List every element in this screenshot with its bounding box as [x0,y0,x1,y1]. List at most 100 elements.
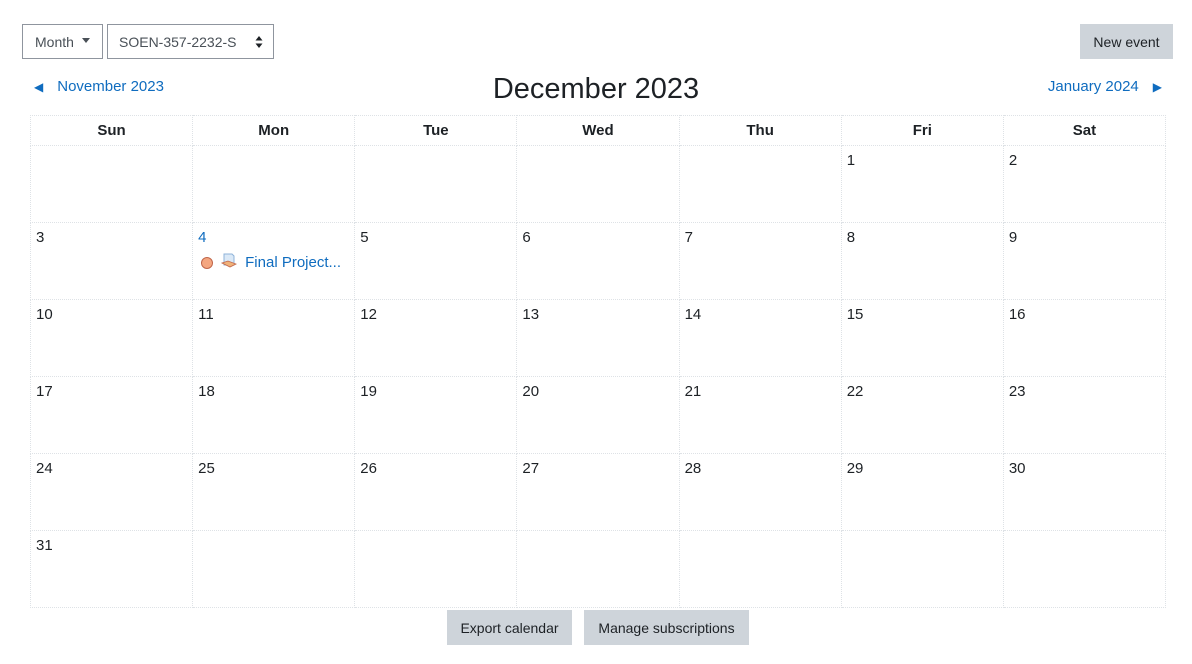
day-cell-5[interactable]: 5 [354,222,518,300]
weekday-thu: Thu [678,115,842,146]
course-color-dot-icon [201,256,214,269]
day-number: 1 [846,152,856,169]
day-number: 3 [36,229,45,246]
day-cell-19[interactable]: 19 [354,376,518,454]
day-number: 2 [1008,152,1018,169]
day-cell-8[interactable]: 8 [840,222,1004,300]
arrow-right-icon: ▶ [1152,79,1162,94]
empty-day-cell [840,530,1004,608]
week-row: 17 18 19 20 21 22 23 [29,376,1167,454]
day-cell-28[interactable]: 28 [678,453,842,531]
day-number: 5 [360,229,369,246]
day-cell-18[interactable]: 18 [192,376,356,454]
day-cell-6[interactable]: 6 [516,222,680,300]
manage-subscriptions-button[interactable]: Manage subscriptions [584,610,749,645]
day-number: 18 [198,383,215,400]
month-title: December 2023 [492,73,700,105]
day-number: 7 [684,229,693,246]
empty-day-cell [678,530,842,608]
weekday-fri: Fri [840,115,1004,146]
week-row: 3 4 Final Project... 5 6 7 8 9 [29,222,1167,300]
day-cell-29[interactable]: 29 [840,453,1004,531]
calendar-event[interactable]: Final Project... [201,253,341,271]
day-cell-15[interactable]: 15 [840,299,1004,377]
empty-day-cell [516,530,680,608]
weekday-mon: Mon [192,115,356,146]
day-cell-24[interactable]: 24 [29,453,194,531]
day-number: 23 [1008,383,1026,400]
day-cell-22[interactable]: 22 [840,376,1004,454]
day-cell-14[interactable]: 14 [678,299,842,377]
sort-updown-icon [255,36,263,48]
day-number: 28 [684,460,702,477]
day-number: 29 [846,460,864,477]
day-number: 14 [684,306,702,323]
day-number: 16 [1008,306,1026,323]
weekday-header-row: Sun Mon Tue Wed Thu Fri Sat [29,115,1167,146]
day-number: 24 [36,460,53,477]
weekday-wed: Wed [516,115,680,146]
day-cell-23[interactable]: 23 [1002,376,1167,454]
day-cell-21[interactable]: 21 [678,376,842,454]
day-cell-2[interactable]: 2 [1002,145,1167,223]
day-number: 21 [684,383,702,400]
next-month-label: January 2024 [1047,78,1139,95]
day-number: 19 [360,383,377,400]
day-cell-31[interactable]: 31 [29,530,194,608]
day-cell-11[interactable]: 11 [192,299,356,377]
calendar-body: 1 2 3 4 Final Project... 5 6 7 8 9 10 11 12 13 14 15 16 1… [29,145,1167,608]
day-cell-30[interactable]: 30 [1002,453,1167,531]
day-number: 22 [846,383,864,400]
day-number: 12 [360,306,377,323]
day-number: 6 [522,229,531,246]
empty-day-cell [192,145,356,223]
caret-down-icon [81,38,90,43]
day-cell-12[interactable]: 12 [354,299,518,377]
weekday-sat: Sat [1002,115,1167,146]
day-number: 10 [36,306,53,323]
assignment-icon [221,253,238,267]
day-cell-4[interactable]: 4 Final Project... [192,222,356,300]
day-number: 30 [1008,460,1026,477]
day-number[interactable]: 4 [198,229,206,246]
weekday-sun: Sun [29,115,194,146]
day-number: 15 [846,306,864,323]
week-row: 24 25 26 27 28 29 30 [29,453,1167,531]
course-select-label: SOEN-357-2232-S [119,33,237,50]
empty-day-cell [354,530,518,608]
empty-day-cell [354,145,518,223]
day-cell-9[interactable]: 9 [1002,222,1167,300]
day-cell-10[interactable]: 10 [29,299,194,377]
export-calendar-button[interactable]: Export calendar [447,610,572,645]
view-select-label: Month [35,33,74,50]
day-number: 20 [522,383,540,400]
event-title[interactable]: Final Project... [245,254,341,271]
day-number: 8 [846,229,856,246]
day-number: 11 [198,306,214,323]
new-event-button[interactable]: New event [1080,24,1173,59]
day-cell-25[interactable]: 25 [192,453,356,531]
day-cell-17[interactable]: 17 [29,376,194,454]
day-cell-1[interactable]: 1 [840,145,1004,223]
day-cell-26[interactable]: 26 [354,453,518,531]
course-select[interactable]: SOEN-357-2232-S [107,24,274,59]
empty-day-cell [1002,530,1167,608]
empty-day-cell [29,145,194,223]
week-row: 12 [29,145,1167,223]
day-cell-16[interactable]: 16 [1002,299,1167,377]
day-number: 31 [36,537,53,554]
calendar-grid: Sun Mon Tue Wed Thu Fri Sat 1 2 3 4 Final Project.… [29,115,1167,608]
empty-day-cell [678,145,842,223]
day-number: 27 [522,460,540,477]
weekday-tue: Tue [354,115,518,146]
week-row: 10 11 12 13 14 15 16 [29,299,1167,377]
view-select[interactable]: Month [22,24,103,59]
day-cell-27[interactable]: 27 [516,453,680,531]
day-number: 25 [198,460,215,477]
next-month-link[interactable]: January 2024 ▶ [1048,78,1162,95]
day-cell-3[interactable]: 3 [29,222,194,300]
day-cell-20[interactable]: 20 [516,376,680,454]
day-number: 13 [522,306,540,323]
day-cell-7[interactable]: 7 [678,222,842,300]
day-cell-13[interactable]: 13 [516,299,680,377]
